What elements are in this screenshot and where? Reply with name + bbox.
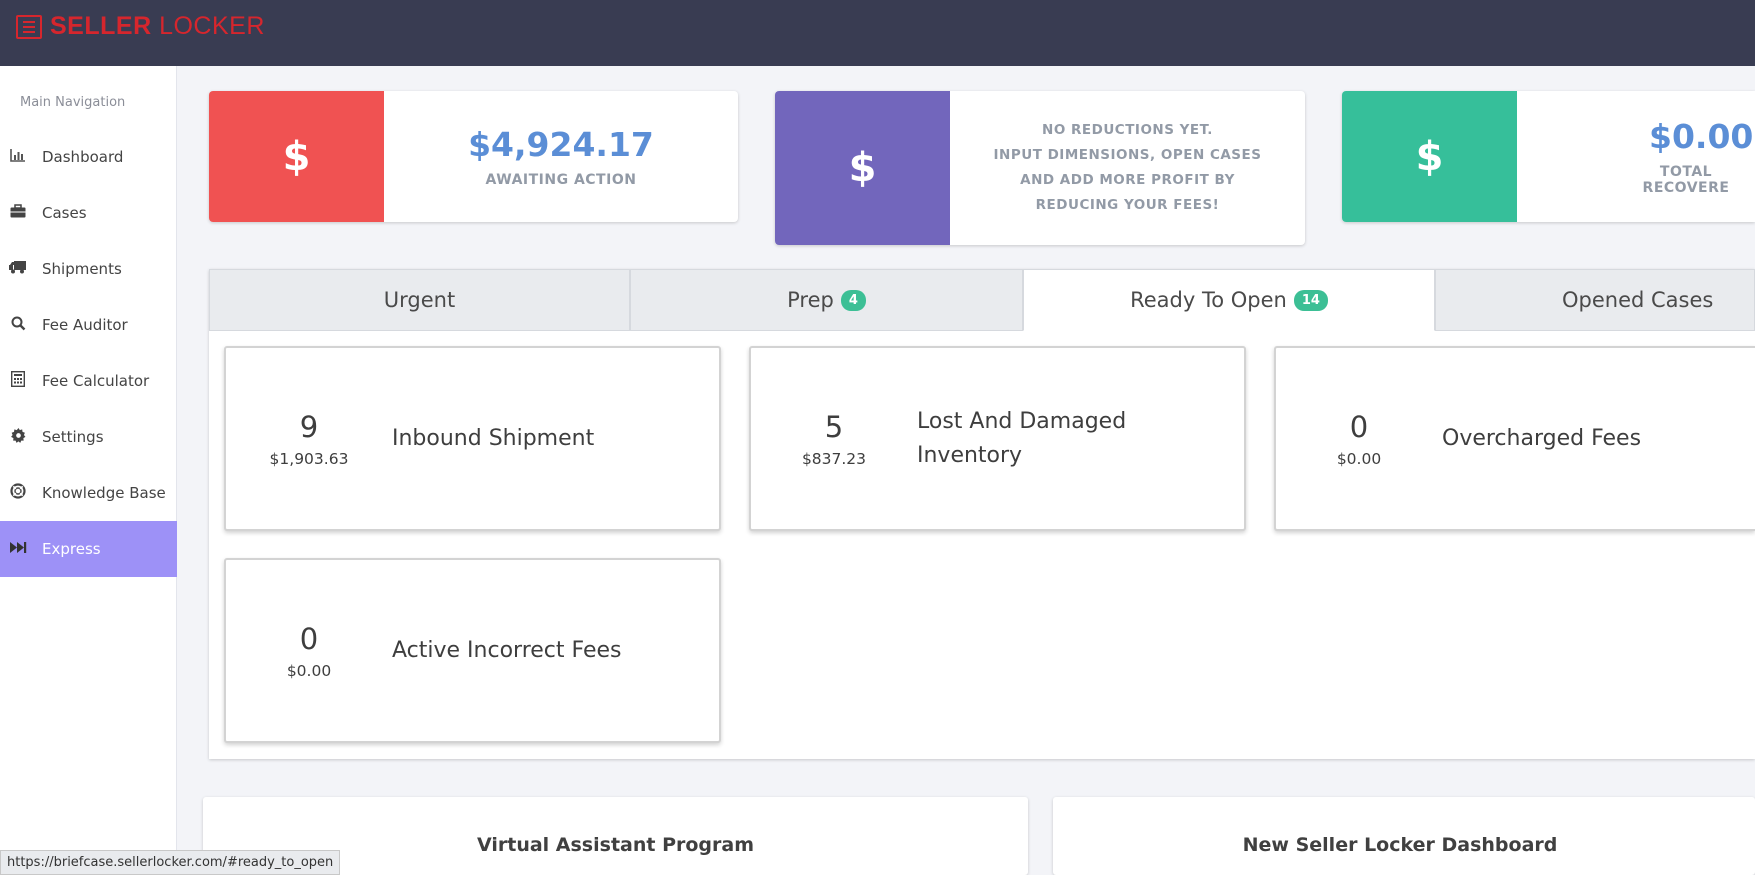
sidebar-item-knowledge-base[interactable]: Knowledge Base (0, 465, 177, 521)
locker-icon (16, 14, 42, 39)
tab-label: Prep (787, 288, 834, 312)
promo-new-dashboard[interactable]: New Seller Locker Dashboard (1053, 797, 1755, 875)
sidebar-item-label: Express (42, 540, 101, 558)
link-status-bar: https://briefcase.sellerlocker.com/#read… (0, 850, 341, 875)
stat-card-awaiting-action: $ $4,924.17 AWAITING ACTION (209, 91, 738, 222)
search-icon (8, 316, 28, 335)
bar-chart-icon (8, 148, 28, 166)
sidebar-item-fee-calculator[interactable]: Fee Calculator (0, 353, 177, 409)
case-sum: $0.00 (1336, 449, 1382, 468)
calculator-icon (8, 370, 28, 391)
top-bar: SELLER LOCKER (0, 0, 1755, 66)
ready-count-badge: 14 (1293, 289, 1328, 311)
logo-text: SELLER LOCKER (50, 12, 265, 40)
reductions-note-line: NO REDUCTIONS YET. (1042, 122, 1213, 138)
case-sum: $0.00 (286, 661, 332, 680)
case-sum: $837.23 (801, 449, 867, 468)
case-card-inbound-shipment[interactable]: 9 $1,903.63 Inbound Shipment (224, 346, 721, 531)
truck-icon (8, 260, 28, 278)
tab-urgent[interactable]: Urgent (209, 269, 630, 331)
sidebar-item-express[interactable]: Express (0, 521, 177, 577)
case-label: Inbound Shipment (392, 425, 595, 451)
case-label: Active Incorrect Fees (392, 637, 622, 663)
total-recovered-amount: $0.00 (1649, 117, 1754, 156)
dollar-icon: $ (775, 91, 950, 245)
stat-card-reductions: $ NO REDUCTIONS YET. INPUT DIMENSIONS, O… (775, 91, 1305, 245)
case-card-lost-damaged[interactable]: 5 $837.23 Lost And Damaged Inventory (749, 346, 1246, 531)
fast-forward-icon (8, 540, 28, 558)
sidebar: Main Navigation Dashboard Cases Shipment… (0, 66, 177, 875)
case-label: Inventory (917, 442, 1023, 468)
sidebar-item-label: Knowledge Base (42, 484, 166, 502)
case-count: 9 (299, 409, 319, 444)
tab-label: Ready To Open (1130, 288, 1287, 312)
case-sum: $1,903.63 (269, 449, 349, 468)
tab-opened-cases[interactable]: Opened Cases (1435, 269, 1755, 331)
case-label: Overcharged Fees (1442, 425, 1642, 451)
promo-title: New Seller Locker Dashboard (1242, 834, 1558, 856)
total-recovered-caption: TOTAL RECOVERE (1642, 164, 1730, 196)
reductions-note-line: AND ADD MORE PROFIT BY (1020, 172, 1235, 188)
reductions-note-line: REDUCING YOUR FEES! (1035, 197, 1220, 213)
nav-title: Main Navigation (20, 95, 126, 110)
case-count: 0 (299, 621, 319, 656)
sidebar-item-settings[interactable]: Settings (0, 409, 177, 465)
case-count: 0 (1349, 409, 1369, 444)
sidebar-item-label: Dashboard (42, 148, 124, 166)
tab-prep[interactable]: Prep 4 (630, 269, 1023, 331)
case-card-active-incorrect-fees[interactable]: 0 $0.00 Active Incorrect Fees (224, 558, 721, 743)
tab-ready-to-open[interactable]: Ready To Open 14 (1023, 269, 1435, 331)
briefcase-icon (8, 204, 28, 222)
gear-icon (8, 427, 28, 447)
dollar-icon: $ (209, 91, 384, 222)
sidebar-item-label: Shipments (42, 260, 122, 278)
dollar-icon: $ (1342, 91, 1517, 222)
life-ring-icon (8, 483, 28, 503)
seller-locker-logo[interactable]: SELLER LOCKER (16, 12, 265, 41)
sidebar-item-label: Cases (42, 204, 87, 222)
tab-label: Opened Cases (1562, 288, 1714, 312)
awaiting-action-caption: AWAITING ACTION (485, 172, 637, 188)
awaiting-action-amount: $4,924.17 (468, 125, 654, 164)
case-tabs: Urgent Prep 4 Ready To Open 14 Opened Ca… (209, 269, 1755, 331)
sidebar-item-label: Fee Auditor (42, 316, 128, 334)
prep-count-badge: 4 (840, 289, 866, 311)
tab-label: Urgent (383, 288, 456, 312)
sidebar-item-shipments[interactable]: Shipments (0, 241, 177, 297)
case-count: 5 (824, 409, 844, 444)
sidebar-item-dashboard[interactable]: Dashboard (0, 129, 177, 185)
sidebar-item-label: Settings (42, 428, 104, 446)
sidebar-item-fee-auditor[interactable]: Fee Auditor (0, 297, 177, 353)
case-label: Lost And Damaged (917, 408, 1127, 434)
reductions-note-line: INPUT DIMENSIONS, OPEN CASES (993, 147, 1262, 163)
sidebar-item-cases[interactable]: Cases (0, 185, 177, 241)
sidebar-item-label: Fee Calculator (42, 372, 150, 390)
case-card-overcharged-fees[interactable]: 0 $0.00 Overcharged Fees (1274, 346, 1755, 531)
stat-card-total-recovered: $ $0.00 TOTAL RECOVERE (1342, 91, 1755, 222)
